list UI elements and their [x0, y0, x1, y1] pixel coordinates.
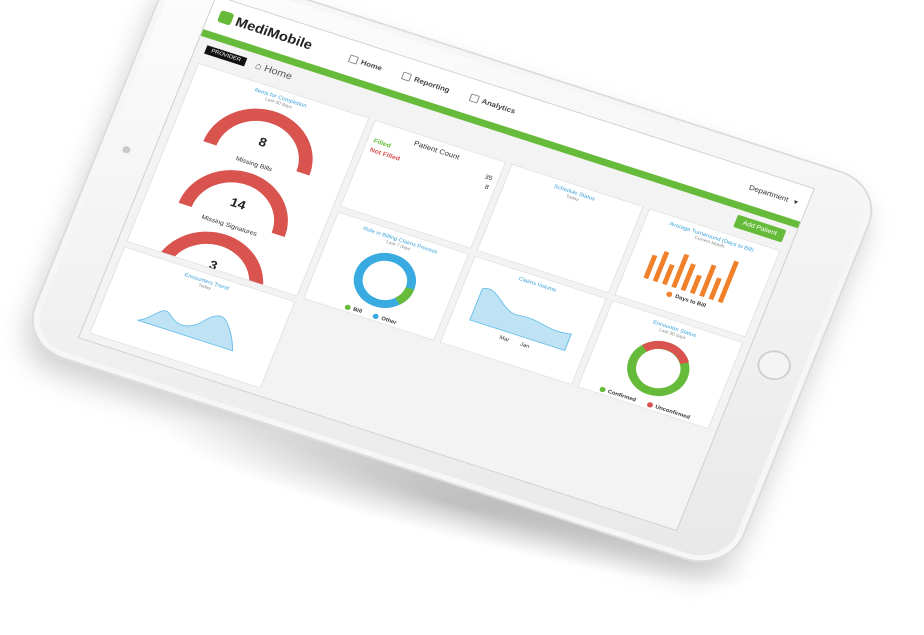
x-tick-label: Jan — [519, 341, 531, 350]
home-button[interactable] — [752, 346, 796, 385]
page-title: Home — [262, 63, 294, 82]
legend-swatch — [665, 291, 674, 298]
donut-slice-other — [394, 286, 414, 305]
area-series — [469, 288, 572, 351]
camera-icon — [121, 145, 132, 155]
legend-swatch — [598, 386, 607, 393]
department-select[interactable]: Department ▾ — [748, 183, 799, 206]
donut-slice-unconfirmed — [642, 341, 690, 365]
nav-item-reporting[interactable]: Reporting — [400, 71, 451, 94]
logo-icon — [216, 10, 235, 26]
legend-swatch — [646, 401, 654, 409]
donut-slice-bill — [353, 252, 416, 308]
legend-swatch — [343, 303, 352, 311]
report-icon — [400, 71, 413, 82]
legend-swatch — [372, 313, 380, 320]
role-badge[interactable]: PROVIDER — [204, 45, 248, 67]
department-label: Department — [748, 183, 790, 204]
bar — [690, 274, 703, 295]
home-icon — [347, 53, 359, 65]
nav-item-home[interactable]: Home — [347, 53, 383, 72]
nav-item-analytics[interactable]: Analytics — [468, 92, 517, 115]
bar — [662, 264, 675, 286]
area-series — [137, 310, 233, 352]
not-filled-value: 8 — [483, 184, 490, 192]
filled-value: 35 — [483, 174, 494, 183]
area-chart-right — [137, 310, 233, 352]
bar — [708, 277, 722, 301]
chevron-down-icon: ▾ — [792, 197, 800, 207]
x-tick-label: Mar — [498, 335, 510, 344]
bar — [718, 260, 740, 304]
analytics-icon — [468, 92, 480, 104]
